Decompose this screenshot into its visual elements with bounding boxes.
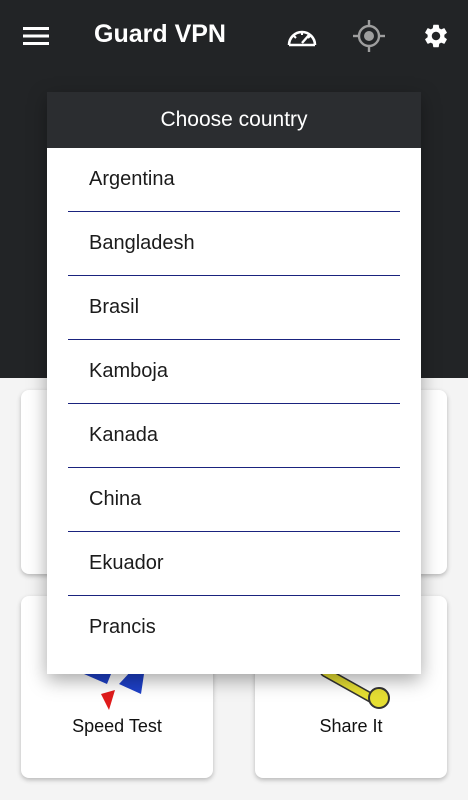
hamburger-menu-icon[interactable] — [14, 14, 58, 58]
country-item[interactable]: Kamboja — [68, 340, 400, 404]
app-bar: Guard VPN — [0, 0, 468, 72]
country-label: Brasil — [89, 296, 140, 318]
share-label: Share It — [319, 716, 383, 736]
country-label: Prancis — [89, 616, 156, 638]
country-item[interactable]: Bangladesh — [68, 212, 400, 276]
dialog-title: Choose country — [47, 92, 421, 148]
country-item[interactable]: China — [68, 468, 400, 532]
country-item[interactable]: Kanada — [68, 404, 400, 468]
speed-test-label: Speed Test — [72, 716, 162, 736]
choose-country-dialog: Choose country Argentina Bangladesh Bras… — [47, 92, 421, 674]
country-label: Kanada — [89, 424, 158, 446]
country-item[interactable]: Brasil — [68, 276, 400, 340]
country-item[interactable]: Argentina — [68, 148, 400, 212]
gear-icon[interactable] — [414, 14, 458, 58]
country-label: China — [89, 488, 142, 510]
country-label: Bangladesh — [89, 232, 195, 254]
crosshair-icon[interactable] — [347, 14, 391, 58]
country-label: Argentina — [89, 168, 175, 190]
country-item[interactable]: Ekuador — [68, 532, 400, 596]
country-label: Ekuador — [89, 552, 164, 574]
speedometer-icon[interactable] — [280, 14, 324, 58]
country-list: Argentina Bangladesh Brasil Kamboja Kana… — [47, 148, 421, 659]
country-item[interactable]: Prancis — [68, 596, 400, 659]
app-title: Guard VPN — [94, 20, 226, 48]
country-label: Kamboja — [89, 360, 168, 382]
